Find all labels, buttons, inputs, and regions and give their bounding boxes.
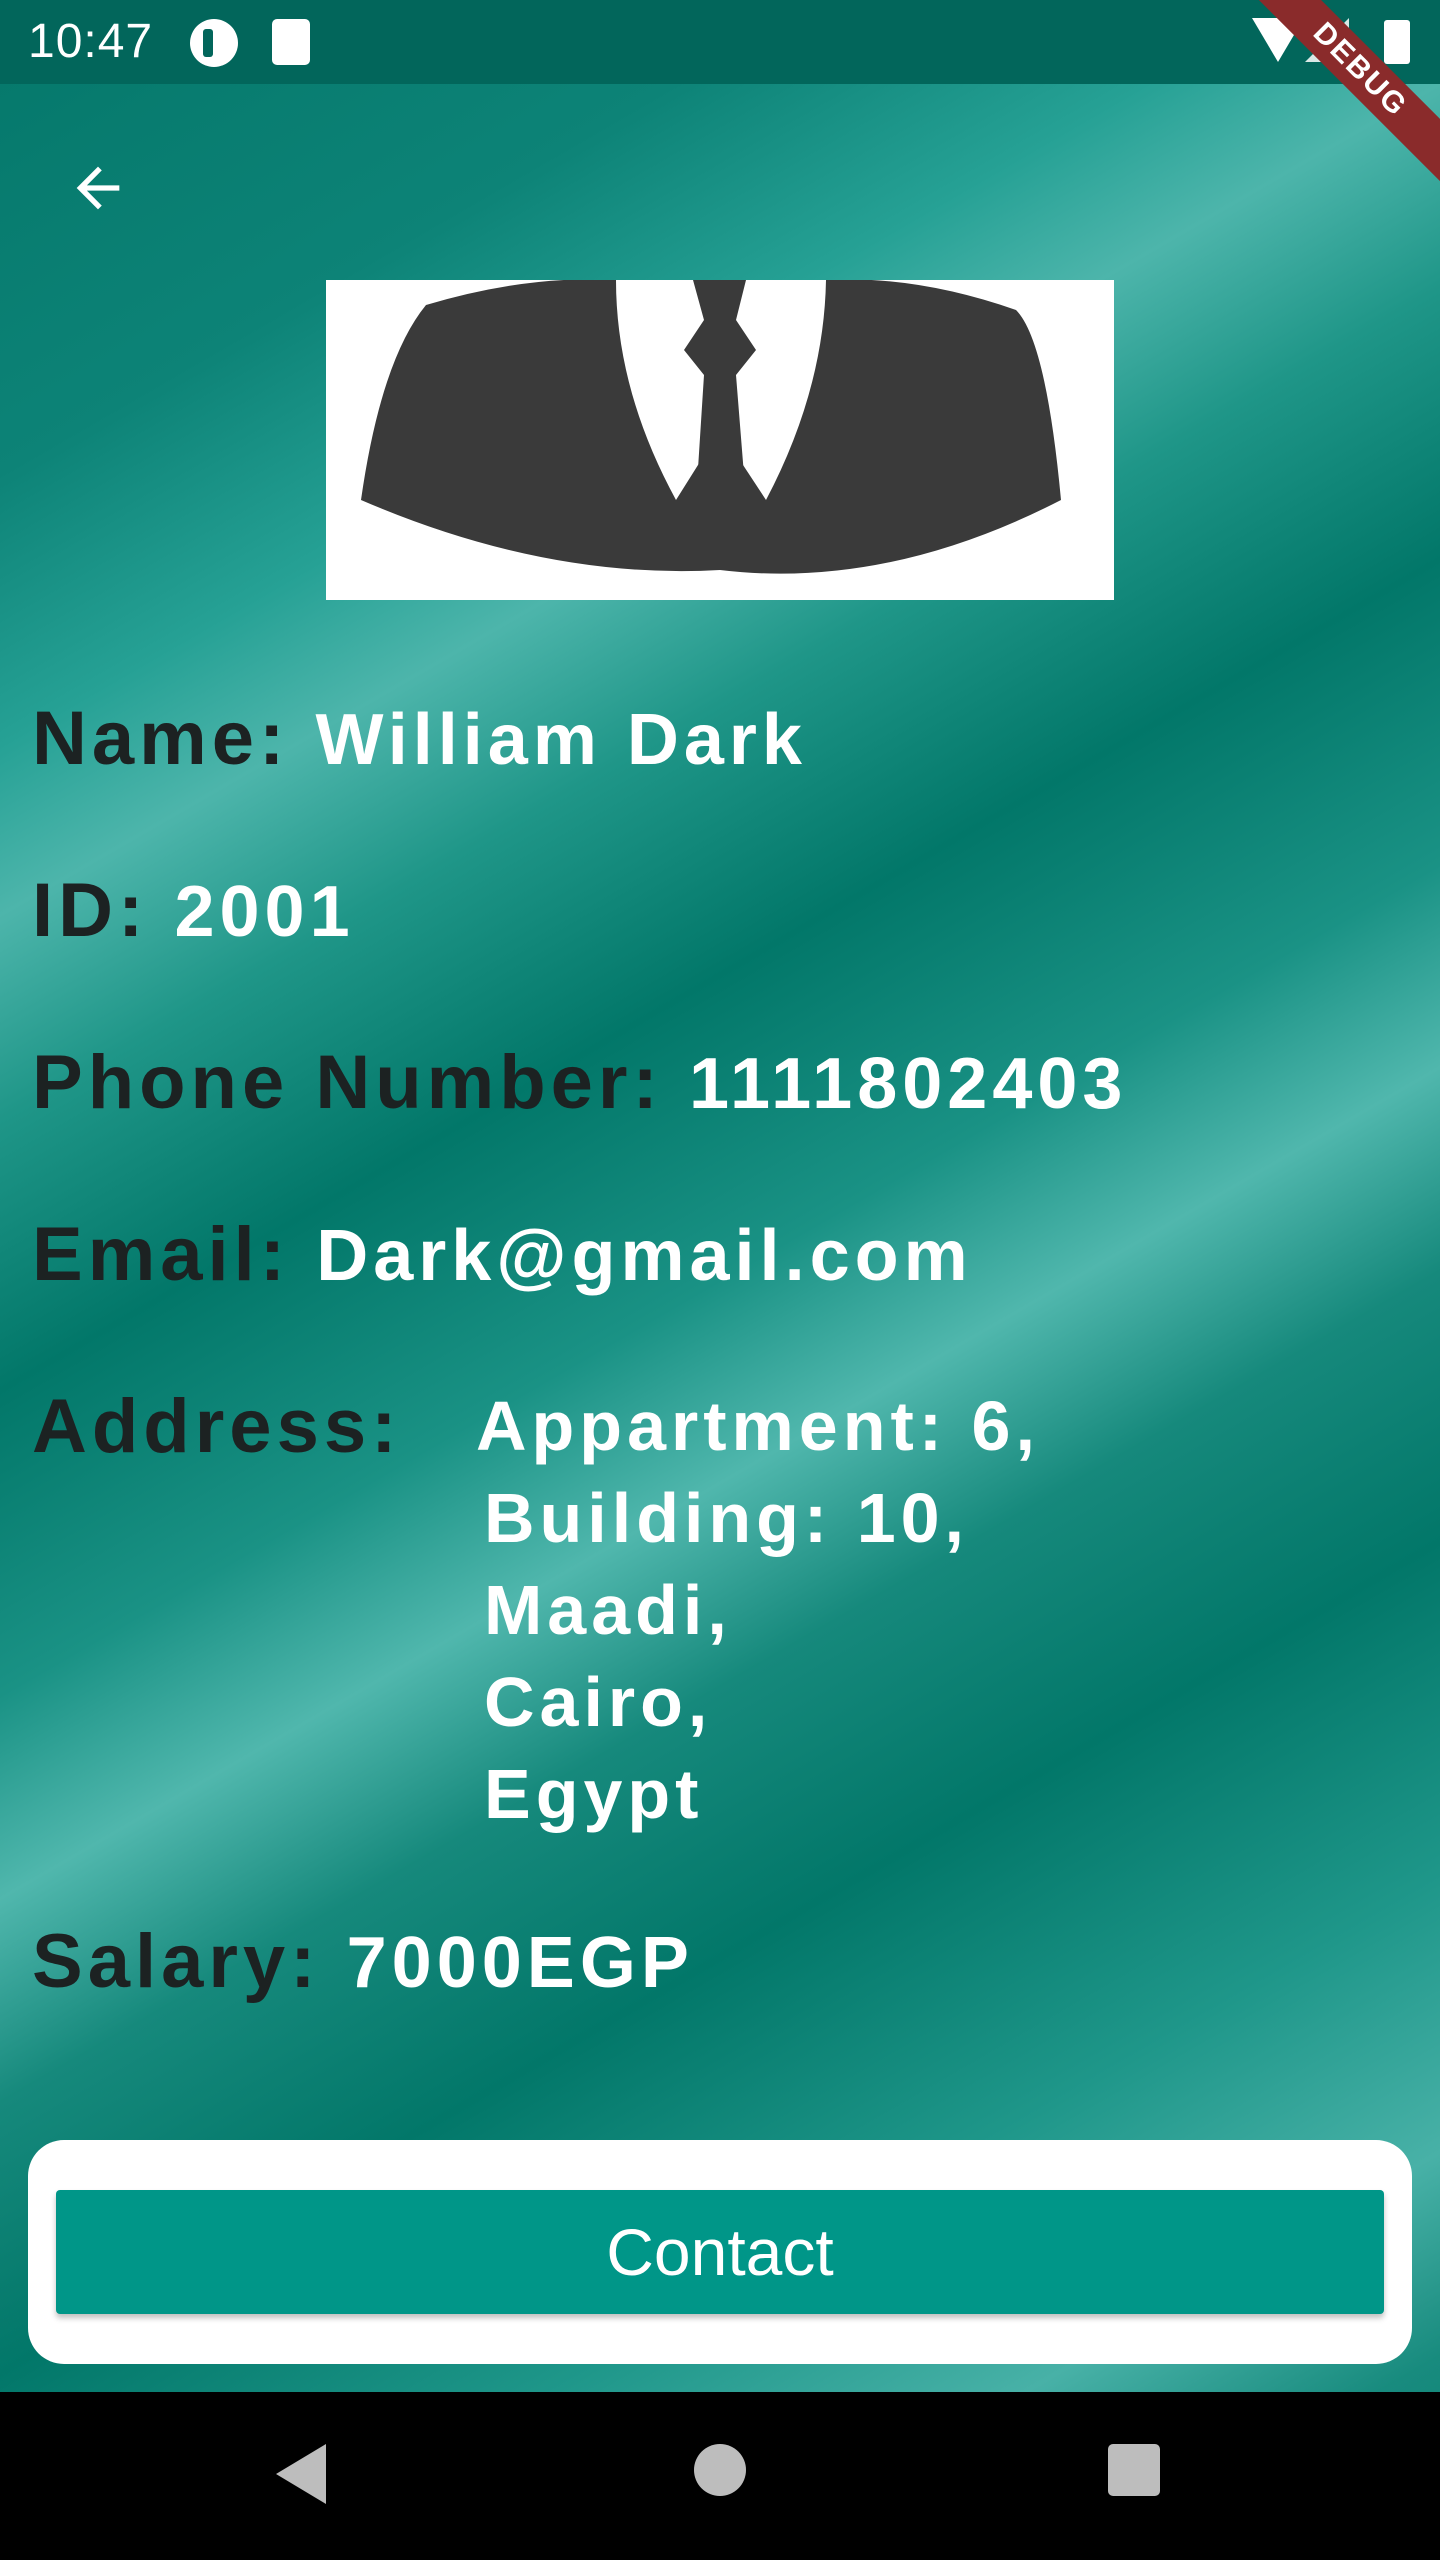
id-row: ID: 2001 — [32, 867, 355, 954]
name-value: William Dark — [315, 700, 807, 780]
address-label: Address: — [32, 1384, 402, 1469]
contact-button[interactable]: Contact — [56, 2190, 1384, 2314]
salary-label: Salary: — [32, 1919, 321, 2004]
address-row: Address: — [32, 1383, 401, 1470]
phone-row: Phone Number: 1111802403 — [32, 1039, 1127, 1126]
nav-back-icon[interactable] — [276, 2444, 326, 2504]
status-bar: 10:47 — [0, 0, 1440, 84]
address-line: Cairo, — [484, 1663, 713, 1741]
status-time: 10:47 — [28, 15, 154, 68]
system-nav-bar — [0, 2392, 1440, 2560]
contact-card: Contact — [28, 2140, 1412, 2364]
address-value: Appartment: 6, Building: 10, Maadi, Cair… — [476, 1380, 1040, 1840]
employee-detail-screen: 10:47 DEBUG Name: William Dark ID: 2001 — [0, 0, 1440, 2560]
email-label: Email: — [32, 1212, 291, 1297]
sd-card-icon — [272, 19, 310, 65]
address-line: Building: 10, — [484, 1479, 969, 1557]
nav-home-icon[interactable] — [694, 2444, 746, 2496]
arrow-back-icon — [76, 166, 120, 210]
phone-label: Phone Number: — [32, 1040, 663, 1125]
name-label: Name: — [32, 696, 290, 781]
id-value: 2001 — [174, 872, 355, 952]
salary-value: 7000EGP — [346, 1923, 694, 2003]
battery-icon — [1384, 20, 1410, 64]
business-suit-avatar-icon — [361, 280, 1061, 574]
nav-recents-icon[interactable] — [1108, 2444, 1160, 2496]
app-notification-icon — [190, 19, 238, 67]
name-row: Name: William Dark — [32, 695, 807, 782]
address-line: Appartment: 6, — [476, 1387, 1040, 1465]
salary-row: Salary: 7000EGP — [32, 1918, 694, 2005]
address-line: Maadi, — [484, 1571, 732, 1649]
id-label: ID: — [32, 868, 149, 953]
address-line: Egypt — [484, 1755, 704, 1833]
phone-value: 1111802403 — [688, 1044, 1128, 1124]
email-row: Email: Dark@gmail.com — [32, 1211, 973, 1298]
back-button[interactable] — [50, 140, 146, 236]
avatar — [326, 280, 1114, 600]
email-value: Dark@gmail.com — [316, 1216, 973, 1296]
